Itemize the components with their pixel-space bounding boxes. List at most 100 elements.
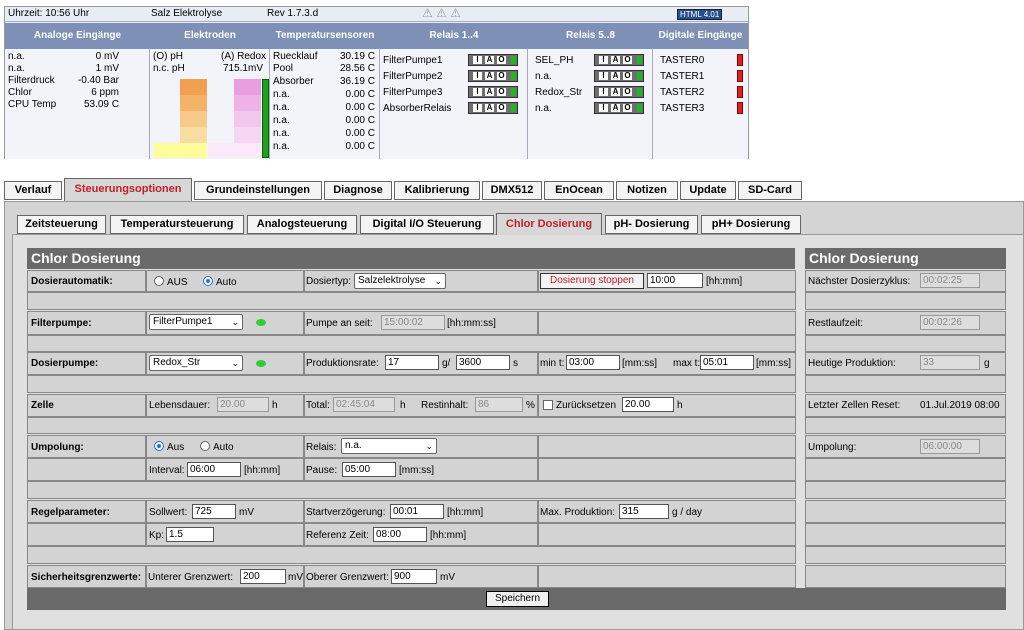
relay-switch[interactable]: IAO	[468, 102, 518, 114]
relay-name: FilterPumpe3	[383, 87, 443, 98]
relay-o: O	[497, 87, 506, 96]
header-analog: Analoge Eingänge	[33, 30, 122, 41]
redox-level-bar	[262, 79, 269, 158]
ph-bar-segment	[154, 143, 207, 158]
tab-enocean[interactable]: EnOcean	[544, 181, 614, 200]
max-produktion-label: Max. Produktion:	[540, 507, 616, 518]
subtab-chlor-dosierung[interactable]: Chlor Dosierung	[496, 213, 602, 235]
tab-verlauf[interactable]: Verlauf	[4, 181, 62, 200]
subtab-zeitsteuerung[interactable]: Zeitsteuerung	[17, 215, 106, 234]
umpolung-radio-auto[interactable]	[200, 441, 210, 451]
startverzoegerung-input[interactable]: 00:01	[390, 504, 444, 519]
max-t-input[interactable]: 05:01	[700, 355, 754, 370]
tab-kalibrierung[interactable]: Kalibrierung	[394, 181, 480, 200]
temp-value: 0.00 C	[345, 89, 375, 100]
relay-switch[interactable]: IAO	[594, 70, 644, 82]
subtab-ph-minus[interactable]: pH- Dosierung	[605, 215, 698, 234]
header-elektroden: Elektroden	[184, 30, 236, 41]
interval-input[interactable]: 06:00	[187, 462, 241, 477]
zuruecksetzen-input[interactable]: 20.00	[622, 397, 674, 412]
referenz-zeit-input[interactable]: 08:00	[373, 527, 427, 542]
digital-input-name: TASTER3	[660, 103, 705, 114]
dosierpumpe-select[interactable]: Redox_Str ⌄	[149, 355, 243, 371]
radio-auto[interactable]	[203, 276, 213, 286]
side-title: Chlor Dosierung	[805, 248, 1006, 269]
total-unit: h	[400, 400, 406, 411]
radio-aus[interactable]	[154, 276, 164, 286]
zuruecksetzen-checkbox[interactable]	[543, 400, 553, 410]
tab-sd-card[interactable]: SD-Card	[738, 181, 802, 200]
side-umpolung-label: Umpolung:	[808, 442, 857, 453]
umpolung-label: Umpolung:	[31, 442, 84, 453]
temp-name: n.a.	[273, 128, 290, 139]
produktionsrate-g-input[interactable]: 17	[385, 355, 439, 370]
min-t-input[interactable]: 03:00	[566, 355, 620, 370]
produktionsrate-g-unit: g/	[442, 358, 451, 369]
tab-notizen[interactable]: Notizen	[616, 181, 678, 200]
radio-aus-label: AUS	[167, 277, 188, 288]
relay-switch[interactable]: IAO	[468, 70, 518, 82]
analog-name: n.a.	[8, 63, 25, 74]
relay-i: I	[599, 56, 608, 64]
digital-input-name: TASTER0	[660, 55, 705, 66]
filterpumpe-label: Filterpumpe:	[31, 318, 92, 329]
unterer-grenzwert-input[interactable]: 200	[240, 569, 286, 584]
relay-o: O	[623, 87, 632, 96]
spacer-row	[27, 292, 796, 310]
relay-switch[interactable]: IAO	[594, 102, 644, 114]
kp-input[interactable]: 1.5	[166, 527, 214, 542]
startverzoegerung-unit: [hh:mm]	[447, 507, 484, 518]
temp-name: n.a.	[273, 89, 290, 100]
interval-label: Interval:	[149, 465, 185, 476]
temp-name: Pool	[273, 63, 294, 74]
filterpumpe-select[interactable]: FilterPumpe1 ⌄	[149, 314, 243, 330]
digital-input-name: TASTER2	[660, 87, 705, 98]
stop-dosing-button[interactable]: Dosierung stoppen	[540, 273, 644, 289]
pause-unit: [mm:ss]	[399, 465, 434, 476]
header-digital: Digitale Eingänge	[658, 30, 743, 41]
unterer-grenzwert-label: Unterer Grenzwert:	[148, 572, 234, 583]
produktionsrate-label: Produktionsrate:	[306, 358, 379, 369]
sicherheitsgrenzwerte-label: Sicherheitsgrenzwerte:	[31, 572, 142, 583]
lebensdauer-label: Lebensdauer:	[149, 400, 211, 411]
dosing-time-input[interactable]: 10:00	[647, 273, 703, 288]
subtab-digital-io[interactable]: Digital I/O Steuerung	[360, 215, 494, 234]
sollwert-input[interactable]: 725	[192, 504, 236, 519]
tab-update[interactable]: Update	[680, 181, 736, 200]
header-relais58: Relais 5..8	[566, 30, 615, 41]
relais14-column: FilterPumpe1 IAO FilterPumpe2 IAO Filter…	[380, 49, 528, 159]
tab-diagnose[interactable]: Diagnose	[324, 181, 392, 200]
cell	[538, 311, 796, 335]
produktionsrate-s-input[interactable]: 3600	[456, 355, 510, 370]
cell	[538, 565, 796, 588]
dosiertyp-select[interactable]: Salzelektrolyse ⌄	[354, 273, 446, 289]
subtab-analogsteuerung[interactable]: Analogsteuerung	[247, 215, 357, 234]
restinhalt-unit: %	[526, 400, 535, 411]
relay-switch[interactable]: IAO	[468, 86, 518, 98]
save-button[interactable]: Speichern	[486, 591, 549, 607]
side-umpolung-field: 06:00:00	[920, 439, 980, 454]
pause-input[interactable]: 05:00	[342, 462, 396, 477]
tab-dmx512[interactable]: DMX512	[482, 181, 542, 200]
tab-grundeinstellungen[interactable]: Grundeinstellungen	[194, 181, 322, 200]
subtab-ph-plus[interactable]: pH+ Dosierung	[701, 215, 801, 234]
subtab-temperatursteuerung[interactable]: Temperatursteuerung	[110, 215, 244, 234]
max-produktion-input[interactable]: 315	[619, 504, 669, 519]
digital-input-indicator	[737, 86, 743, 98]
referenz-zeit-unit: [hh:mm]	[430, 530, 467, 541]
relay-switch[interactable]: IAO	[594, 54, 644, 66]
umpolung-radio-aus[interactable]	[154, 441, 164, 451]
relay-switch[interactable]: IAO	[468, 54, 518, 66]
tab-steuerungsoptionen[interactable]: Steuerungsoptionen	[64, 178, 192, 201]
spacer-row	[27, 481, 796, 499]
umpolung-relais-select[interactable]: n.a. ⌄	[341, 438, 437, 454]
zuruecksetzen-label: Zurücksetzen	[556, 400, 617, 411]
sollwert-unit: mV	[239, 507, 254, 518]
total-label: Total:	[306, 400, 330, 411]
elektroden-column: (O) pH (A) Redox n.c. pH 715.1mV	[150, 49, 270, 159]
analog-value: 0 mV	[95, 51, 119, 62]
umpolung-relais-value: n.a.	[345, 440, 362, 451]
oberer-grenzwert-input[interactable]: 900	[391, 569, 437, 584]
relay-switch[interactable]: IAO	[594, 86, 644, 98]
analog-value: 1 mV	[95, 63, 119, 74]
